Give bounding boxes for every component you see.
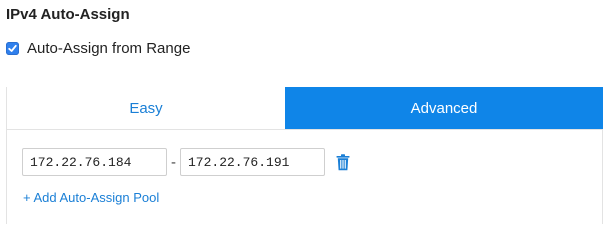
- advanced-panel: - + Add Auto-Assign Pool: [6, 129, 603, 224]
- auto-assign-checkbox-row[interactable]: Auto-Assign from Range: [6, 40, 190, 57]
- auto-assign-checkbox-label: Auto-Assign from Range: [27, 40, 191, 57]
- delete-range-button[interactable]: [335, 152, 351, 172]
- checkmark-icon: [8, 44, 17, 52]
- tab-easy[interactable]: Easy: [7, 87, 285, 129]
- section-title: IPv4 Auto-Assign: [6, 6, 130, 23]
- mode-tabs: Easy Advanced: [6, 87, 603, 129]
- trash-icon: [336, 153, 350, 170]
- ip-range-row: -: [22, 148, 351, 176]
- range-start-input[interactable]: [22, 148, 167, 176]
- range-separator: -: [171, 153, 176, 171]
- ipv4-auto-assign-section: IPv4 Auto-Assign Auto-Assign from Range …: [0, 0, 608, 224]
- add-auto-assign-pool-link[interactable]: + Add Auto-Assign Pool: [23, 190, 159, 205]
- tab-advanced[interactable]: Advanced: [285, 87, 603, 129]
- range-end-input[interactable]: [180, 148, 325, 176]
- auto-assign-checkbox[interactable]: [6, 42, 19, 55]
